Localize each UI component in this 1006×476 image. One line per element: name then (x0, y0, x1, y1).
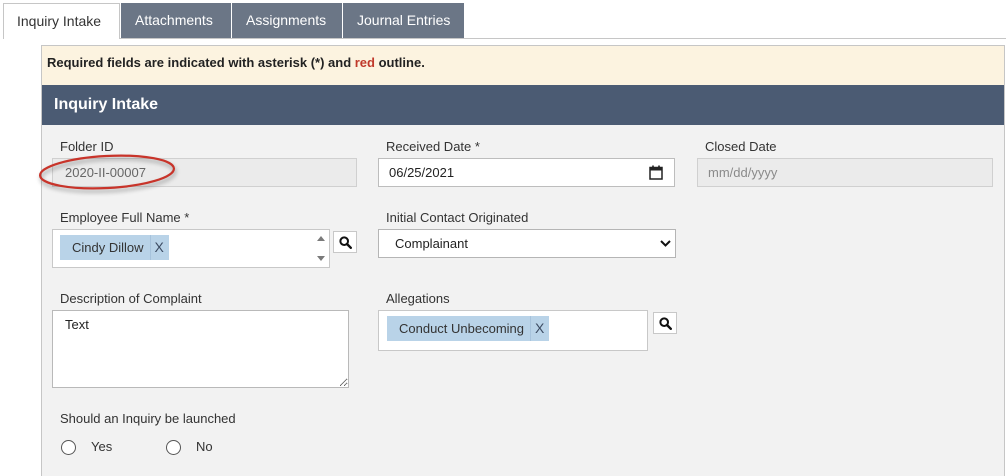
allegations-label: Allegations (386, 291, 450, 306)
notice-text-end: outline. (374, 55, 425, 70)
notice-highlight-text: red (354, 55, 375, 70)
received-date-field (378, 158, 675, 187)
radio-no[interactable] (166, 440, 181, 455)
allegations-search-button[interactable] (653, 312, 677, 334)
received-date-input[interactable] (378, 158, 675, 187)
required-fields-notice: Required fields are indicated with aster… (42, 46, 1004, 85)
employee-full-name-label: Employee Full Name * (60, 210, 190, 225)
employee-search-button[interactable] (333, 231, 357, 253)
received-date-label: Received Date * (386, 139, 480, 154)
employee-full-name-picker[interactable]: Cindy Dillow X (52, 229, 330, 268)
search-icon[interactable] (338, 235, 352, 249)
folder-id-label: Folder ID (60, 139, 114, 154)
allegation-chip-label: Conduct Unbecoming (399, 321, 525, 336)
initial-contact-label: Initial Contact Originated (386, 210, 529, 225)
section-title: Inquiry Intake (42, 85, 1004, 125)
calendar-icon[interactable] (649, 165, 663, 180)
allegations-picker[interactable]: Conduct Unbecoming X (378, 310, 648, 351)
chevron-down-icon[interactable] (660, 240, 671, 247)
inquiry-intake-panel: Required fields are indicated with aster… (41, 45, 1005, 476)
inquiry-intake-form: Folder ID Received Date * Closed Date Em… (42, 125, 1004, 476)
tab-journal-entries[interactable]: Journal Entries (343, 3, 464, 38)
closed-date-field (697, 158, 993, 187)
tab-bar-divider (120, 38, 1006, 39)
employee-chip: Cindy Dillow X (60, 235, 169, 260)
description-textarea[interactable]: Text (52, 310, 349, 388)
radio-yes-label[interactable]: Yes (91, 439, 112, 455)
triangle-down-icon[interactable] (317, 255, 325, 261)
allegation-chip: Conduct Unbecoming X (387, 316, 550, 341)
initial-contact-select[interactable]: Complainant (378, 229, 676, 258)
closed-date-label: Closed Date (705, 139, 777, 154)
radio-no-label[interactable]: No (196, 439, 213, 455)
description-label: Description of Complaint (60, 291, 202, 306)
scroll-down-button[interactable] (315, 254, 327, 262)
search-icon[interactable] (658, 316, 672, 330)
radio-yes[interactable] (61, 440, 76, 455)
tab-inquiry-intake[interactable]: Inquiry Intake (3, 3, 120, 39)
folder-id-field (52, 158, 357, 187)
triangle-up-icon[interactable] (317, 235, 325, 241)
allegation-chip-remove-button[interactable]: X (530, 316, 549, 341)
closed-date-input (697, 158, 993, 187)
folder-id-input (52, 158, 357, 187)
tab-assignments[interactable]: Assignments (232, 3, 342, 38)
employee-chip-remove-button[interactable]: X (149, 235, 169, 260)
tab-attachments[interactable]: Attachments (121, 3, 231, 38)
inquiry-launch-label: Should an Inquiry be launched (60, 411, 236, 426)
employee-chip-label: Cindy Dillow (72, 240, 144, 255)
notice-text: Required fields are indicated with aster… (47, 55, 355, 70)
initial-contact-selected-value: Complainant (395, 236, 468, 251)
scroll-up-button[interactable] (315, 234, 327, 242)
